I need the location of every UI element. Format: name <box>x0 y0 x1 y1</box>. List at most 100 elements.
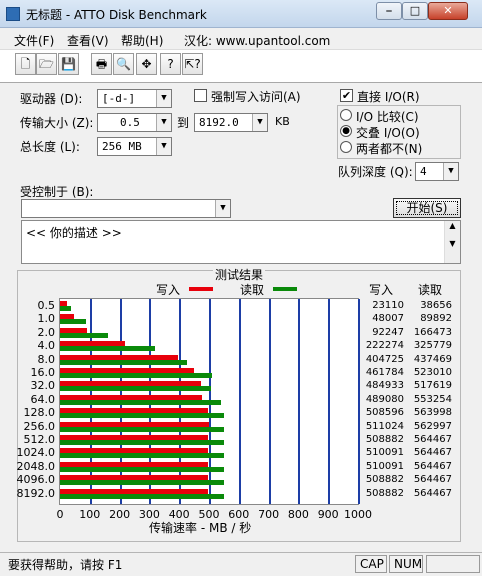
help-icon[interactable]: ? <box>160 53 181 75</box>
controlled-by-select[interactable]: ▼ <box>21 199 231 218</box>
radio-overlapped-io[interactable]: ● <box>340 125 352 137</box>
bar-read <box>60 453 225 459</box>
transfer-from-select[interactable]: 0.5 ▼ <box>97 113 172 132</box>
status-pane <box>426 555 480 573</box>
grid-line <box>268 299 271 504</box>
x-axis-title: 传输速率 - MB / 秒 <box>149 521 252 535</box>
read-value: 553254 <box>413 393 452 405</box>
maximize-button[interactable]: □ <box>402 2 428 20</box>
menu-upantool-link[interactable]: 汉化: www.upantool.com <box>184 32 330 49</box>
save-icon[interactable]: 💾 <box>58 53 79 75</box>
app-icon <box>6 7 20 21</box>
bar-read <box>60 332 109 338</box>
radio-neither[interactable] <box>340 141 352 153</box>
chevron-down-icon: ▼ <box>215 200 230 217</box>
description-text: << 你的描述 >> <box>26 226 122 240</box>
drive-label: 驱动器 (D): <box>20 92 83 106</box>
write-value: 484933 <box>365 380 404 392</box>
bar-read <box>60 386 211 392</box>
y-tick-label: 64.0 <box>30 392 56 406</box>
bar-read <box>60 399 221 405</box>
print-preview-icon[interactable]: 🔍 <box>113 53 134 75</box>
force-write-label: 强制写入访问(A) <box>211 90 301 104</box>
status-cap: CAP <box>355 555 387 573</box>
y-tick-label: 1024.0 <box>16 446 56 460</box>
y-tick-label: 4.0 <box>37 339 56 353</box>
chevron-down-icon: ▼ <box>443 163 458 180</box>
close-button[interactable]: ✕ <box>428 2 468 20</box>
transfer-size-label: 传输大小 (Z): <box>20 116 94 130</box>
radio-io-compare[interactable] <box>340 109 352 121</box>
drive-select[interactable]: [-d-] ▼ <box>97 89 172 108</box>
bar-read <box>60 493 225 499</box>
toolbar: 🗋 🗁 💾 🖶 🔍 ✥ ? ⇱? <box>8 53 208 79</box>
read-value: 564467 <box>413 474 452 486</box>
move-icon[interactable]: ✥ <box>136 53 157 75</box>
menu-file[interactable]: 文件(F) <box>14 32 54 49</box>
x-tick-label: 0 <box>56 508 64 521</box>
y-tick-label: 2048.0 <box>16 459 56 473</box>
read-value: 38656 <box>420 300 452 311</box>
kb-label: KB <box>275 115 290 128</box>
write-value: 92247 <box>372 326 404 338</box>
write-value: 508882 <box>365 474 404 486</box>
title-bar: 无标题 - ATTO Disk Benchmark ⎯ □ ✕ <box>0 0 482 28</box>
new-file-icon[interactable]: 🗋 <box>15 53 36 75</box>
grid-line <box>238 299 241 504</box>
read-value: 564467 <box>413 487 452 499</box>
description-scrollbar[interactable]: ▲ ▼ <box>444 221 460 263</box>
write-value: 510091 <box>365 447 404 459</box>
chevron-down-icon: ▼ <box>156 114 171 131</box>
x-tick-label: 700 <box>258 508 280 521</box>
legend-write-label: 写入 <box>156 283 181 297</box>
transfer-from-value: 0.5 <box>120 116 140 129</box>
read-value: 562997 <box>413 420 452 432</box>
total-length-label: 总长度 (L): <box>20 140 80 154</box>
queue-depth-label: 队列深度 (Q): <box>338 165 413 179</box>
controlled-by-label: 受控制于 (B): <box>20 185 94 199</box>
read-value: 325779 <box>413 340 452 352</box>
x-tick-label: 900 <box>317 508 339 521</box>
read-value: 564467 <box>413 460 452 472</box>
context-help-icon[interactable]: ⇱? <box>182 53 203 75</box>
queue-depth-value: 4 <box>420 165 427 178</box>
direct-io-checkbox[interactable]: ✔ <box>340 89 353 102</box>
direct-io-label: 直接 I/O(R) <box>357 90 420 104</box>
bar-read <box>60 413 225 419</box>
window-title: 无标题 - ATTO Disk Benchmark <box>26 8 207 22</box>
legend-write-swatch <box>189 287 213 291</box>
y-tick-label: 1.0 <box>37 312 56 326</box>
print-icon[interactable]: 🖶 <box>91 53 112 75</box>
read-value: 564467 <box>413 434 452 445</box>
transfer-to-select[interactable]: 8192.0 ▼ <box>194 113 268 132</box>
write-value: 510091 <box>365 460 404 472</box>
read-value: 563998 <box>413 407 452 419</box>
read-value: 564467 <box>413 447 452 459</box>
write-value: 404725 <box>365 353 404 365</box>
menu-help[interactable]: 帮助(H) <box>121 32 163 49</box>
menu-bar: 文件(F) 查看(V) 帮助(H) 汉化: www.upantool.com <box>0 28 482 50</box>
y-tick-label: 256.0 <box>23 419 56 433</box>
write-value: 508882 <box>365 434 404 445</box>
start-button[interactable]: 开始(S) <box>393 198 461 218</box>
bar-read <box>60 373 213 378</box>
force-write-checkbox[interactable] <box>194 89 207 102</box>
description-textarea[interactable]: << 你的描述 >> ▲ ▼ <box>21 220 461 264</box>
open-folder-icon[interactable]: 🗁 <box>36 53 57 75</box>
results-chart <box>59 298 360 505</box>
bar-read <box>60 440 225 445</box>
read-value: 166473 <box>413 326 452 338</box>
write-value: 48007 <box>372 313 404 325</box>
total-length-select[interactable]: 256 MB ▼ <box>97 137 172 156</box>
minimize-button[interactable]: ⎯ <box>376 2 402 20</box>
grid-line <box>298 299 301 504</box>
y-tick-label: 8192.0 <box>16 486 56 500</box>
queue-depth-select[interactable]: 4 ▼ <box>415 162 459 181</box>
x-tick-label: 100 <box>79 508 101 521</box>
read-value: 437469 <box>413 353 452 365</box>
menu-view[interactable]: 查看(V) <box>67 32 109 49</box>
grid-line <box>328 299 331 504</box>
column-read-header: 读取 <box>418 283 443 297</box>
write-value: 23110 <box>372 300 404 311</box>
y-tick-label: 512.0 <box>23 433 56 446</box>
